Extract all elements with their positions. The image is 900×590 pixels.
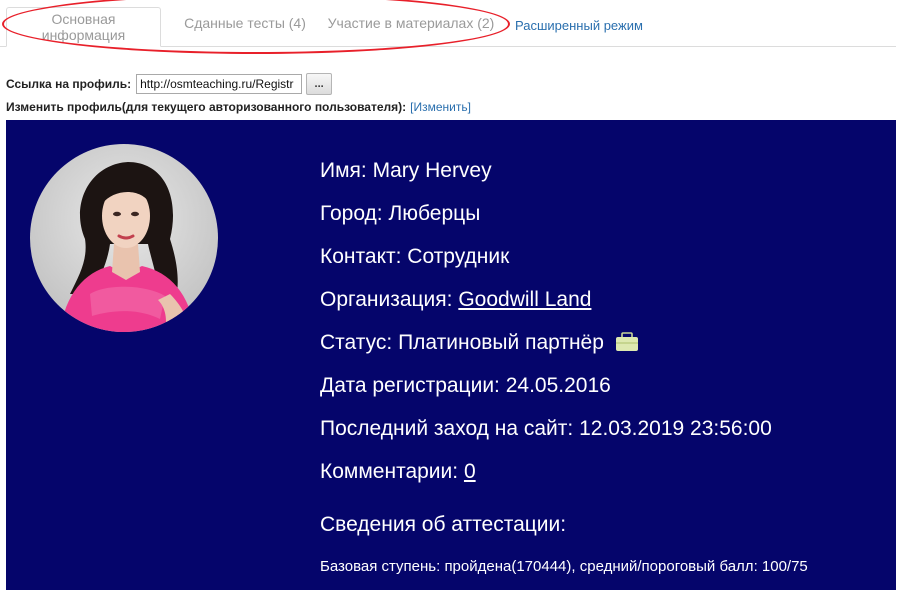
status-label: Статус: bbox=[320, 331, 393, 354]
tab-bar: Основная информация Сданные тесты (4) Уч… bbox=[0, 0, 896, 47]
copy-link-button[interactable]: ... bbox=[306, 73, 333, 95]
comments-link[interactable]: 0 bbox=[464, 460, 476, 483]
edit-profile-label: Изменить профиль(для текущего авторизова… bbox=[6, 100, 407, 114]
organization-link[interactable]: Goodwill Land bbox=[458, 288, 591, 311]
name-value: Mary Hervey bbox=[372, 159, 492, 182]
edit-profile-link[interactable]: [Изменить] bbox=[410, 100, 471, 114]
contact-value: Сотрудник bbox=[407, 245, 510, 268]
tab-tests[interactable]: Сданные тесты (4) bbox=[180, 0, 310, 46]
briefcase-icon bbox=[615, 332, 639, 356]
attestation-title: Сведения об аттестации: bbox=[320, 513, 567, 536]
contact-label: Контакт: bbox=[320, 245, 402, 268]
comments-line: Комментарии: 0 bbox=[320, 461, 476, 482]
organization-line: Организация: Goodwill Land bbox=[320, 289, 591, 310]
avatar bbox=[30, 144, 218, 332]
profile-panel: Имя: Mary Hervey Город: Люберцы Контакт:… bbox=[6, 120, 896, 590]
status-value: Платиновый партнёр bbox=[398, 331, 604, 354]
avatar-photo bbox=[30, 144, 218, 332]
tab-main-info[interactable]: Основная информация bbox=[6, 7, 161, 47]
registration-label: Дата регистрации: bbox=[320, 374, 500, 397]
name-label: Имя: bbox=[320, 159, 367, 182]
last-visit-line: Последний заход на сайт: 12.03.2019 23:5… bbox=[320, 418, 772, 439]
city-line: Город: Люберцы bbox=[320, 203, 480, 224]
tab-materials[interactable]: Участие в материалах (2) bbox=[322, 0, 500, 46]
registration-line: Дата регистрации: 24.05.2016 bbox=[320, 375, 611, 396]
city-value: Люберцы bbox=[388, 202, 481, 225]
name-line: Имя: Mary Hervey bbox=[320, 160, 492, 181]
organization-label: Организация: bbox=[320, 288, 453, 311]
advanced-mode-link[interactable]: Расширенный режим bbox=[515, 0, 643, 50]
last-visit-label: Последний заход на сайт: bbox=[320, 417, 574, 440]
comments-label: Комментарии: bbox=[320, 460, 459, 483]
edit-profile-row: Изменить профиль(для текущего авторизова… bbox=[6, 99, 471, 115]
profile-url-input[interactable] bbox=[136, 74, 303, 94]
status-line: Статус: Платиновый партнёр bbox=[320, 332, 639, 356]
profile-link-row: Ссылка на профиль: ... bbox=[6, 72, 333, 96]
last-visit-value: 12.03.2019 23:56:00 bbox=[579, 417, 772, 440]
attestation-detail: Базовая ступень: пройдена(170444), средн… bbox=[320, 558, 808, 575]
city-label: Город: bbox=[320, 202, 383, 225]
profile-link-label: Ссылка на профиль: bbox=[6, 77, 132, 91]
registration-value: 24.05.2016 bbox=[505, 374, 611, 397]
contact-line: Контакт: Сотрудник bbox=[320, 246, 509, 267]
